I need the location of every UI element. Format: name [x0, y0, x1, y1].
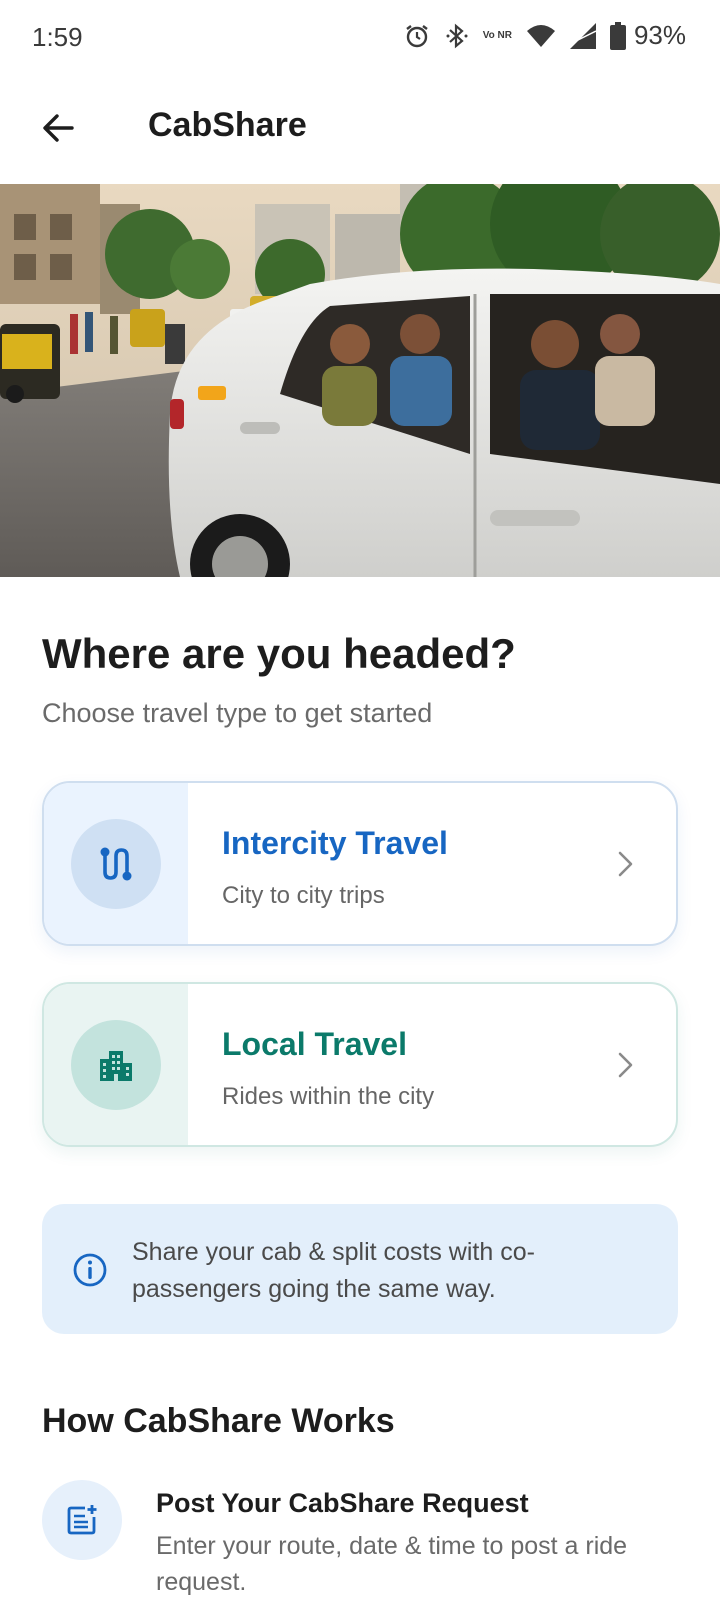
info-text: Share your cab & split costs with co-pas…: [132, 1238, 535, 1303]
page-headline: Where are you headed?: [42, 630, 516, 677]
alarm-icon: [403, 22, 431, 50]
vonr-icon: Vo NR: [482, 30, 512, 41]
status-icons: Vo NR 93%: [403, 20, 686, 51]
chevron-right-icon: [618, 1052, 633, 1078]
local-texts: Local Travel Rides within the city: [222, 1026, 434, 1111]
local-travel-card[interactable]: Local Travel Rides within the city: [42, 982, 678, 1147]
info-banner: Share your cab & split costs with co-pas…: [42, 1204, 678, 1334]
local-icon-panel: [44, 984, 188, 1145]
step-description: Enter your route, date & time to post a …: [156, 1532, 628, 1596]
intercity-description: City to city trips: [222, 882, 385, 909]
signal-icon: [569, 22, 596, 49]
local-title: Local Travel: [222, 1026, 407, 1062]
how-it-works-title: How CabShare Works: [42, 1402, 395, 1440]
step-icon-circle: [42, 1480, 122, 1560]
route-icon: [100, 847, 132, 880]
intercity-texts: Intercity Travel City to city trips: [222, 825, 448, 910]
intercity-title: Intercity Travel: [222, 825, 448, 861]
wifi-icon: [526, 23, 556, 49]
battery-icon: [609, 21, 626, 50]
city-buildings-icon: [100, 1050, 132, 1081]
status-bar: 1:59 Vo NR 93%: [0, 0, 720, 76]
step-title: Post Your CabShare Request: [156, 1488, 529, 1518]
intercity-icon-panel: [44, 783, 188, 944]
page-subline: Choose travel type to get started: [42, 698, 433, 728]
bluetooth-icon: [445, 22, 469, 50]
local-description: Rides within the city: [222, 1083, 435, 1110]
app-title: CabShare: [148, 106, 307, 144]
back-button[interactable]: [30, 100, 86, 156]
arrow-left-icon: [43, 114, 74, 142]
status-time: 1:59: [32, 22, 83, 52]
post-add-icon: [67, 1505, 97, 1535]
local-icon-circle: [71, 1019, 161, 1110]
app-bar: CabShare: [0, 76, 720, 184]
chevron-right-icon: [618, 851, 633, 877]
battery-percent: 93%: [633, 20, 686, 50]
info-icon: [73, 1253, 107, 1287]
intercity-icon-circle: [71, 818, 161, 909]
hero-image: [0, 184, 720, 577]
intercity-travel-card[interactable]: Intercity Travel City to city trips: [42, 781, 678, 946]
